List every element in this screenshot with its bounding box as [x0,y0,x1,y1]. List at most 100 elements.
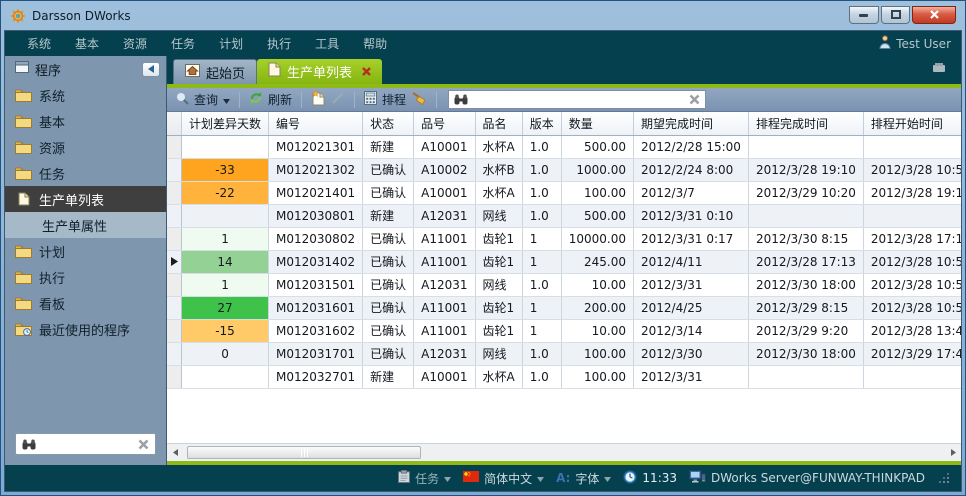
sidebar-item-basic[interactable]: 基本 [5,108,166,134]
sidebar-item-recent-programs[interactable]: 最近使用的程序 [5,316,166,342]
cell-qty[interactable]: 500.00 [561,204,633,227]
cell-status[interactable]: 已确认 [363,319,414,342]
menu-item-4[interactable]: 计划 [207,31,255,56]
cell-diff[interactable]: 1 [182,273,269,296]
cell-sched_start[interactable] [863,365,961,388]
cell-version[interactable]: 1.0 [522,181,561,204]
horizontal-scrollbar[interactable] [167,443,961,461]
cell-sched_end[interactable]: 2012/3/30 18:00 [748,273,863,296]
resize-grip[interactable] [939,473,949,483]
cell-sched_start[interactable]: 2012/3/28 17:13 [863,227,961,250]
cell-qty[interactable]: 10.00 [561,273,633,296]
table-row[interactable]: -22M012021401已确认A10001水杯A1.0100.002012/3… [167,181,961,204]
cell-item_name[interactable]: 网线 [475,273,522,296]
cell-item_name[interactable]: 网线 [475,342,522,365]
table-row[interactable]: 1M012031501已确认A12031网线1.010.002012/3/312… [167,273,961,296]
cell-due[interactable]: 2012/3/30 [634,342,749,365]
cell-qty[interactable]: 10000.00 [561,227,633,250]
maximize-button[interactable] [881,6,910,24]
cell-sched_end[interactable]: 2012/3/29 8:15 [748,296,863,319]
cell-status[interactable]: 已确认 [363,296,414,319]
cell-status[interactable]: 新建 [363,365,414,388]
sidebar-item-execute[interactable]: 执行 [5,264,166,290]
cell-version[interactable]: 1 [522,227,561,250]
cell-status[interactable]: 已确认 [363,181,414,204]
cell-item_name[interactable]: 网线 [475,204,522,227]
toolbar-search-input[interactable] [473,93,684,107]
cell-item_name[interactable]: 齿轮1 [475,319,522,342]
schedule-button[interactable]: 排程 [364,91,406,108]
menu-item-3[interactable]: 任务 [159,31,207,56]
row-gutter[interactable] [167,342,182,365]
menu-item-6[interactable]: 工具 [303,31,351,56]
row-gutter[interactable] [167,227,182,250]
cell-item_no[interactable]: A11001 [414,250,475,273]
scrollbar-thumb[interactable] [187,446,421,459]
row-gutter[interactable] [167,204,182,227]
cell-item_no[interactable]: A10001 [414,135,475,158]
cell-diff[interactable]: 27 [182,296,269,319]
row-gutter[interactable] [167,135,182,158]
sidebar-item-task[interactable]: 任务 [5,160,166,186]
cell-due[interactable]: 2012/3/31 0:10 [634,204,749,227]
cell-due[interactable]: 2012/3/31 0:17 [634,227,749,250]
cell-status[interactable]: 已确认 [363,158,414,181]
sidebar-item-board[interactable]: 看板 [5,290,166,316]
cell-qty[interactable]: 1000.00 [561,158,633,181]
cell-qty[interactable]: 500.00 [561,135,633,158]
tab-home[interactable]: 起始页 [173,59,257,84]
cell-due[interactable]: 2012/2/28 15:00 [634,135,749,158]
sidebar-item-plan[interactable]: 计划 [5,238,166,264]
cell-qty[interactable]: 245.00 [561,250,633,273]
cell-diff[interactable] [182,365,269,388]
cell-status[interactable]: 已确认 [363,227,414,250]
column-header-5[interactable]: 版本 [522,112,561,135]
cell-version[interactable]: 1.0 [522,365,561,388]
cell-status[interactable]: 新建 [363,135,414,158]
cell-due[interactable]: 2012/3/31 [634,365,749,388]
table-row[interactable]: M012021301新建A10001水杯A1.0500.002012/2/28 … [167,135,961,158]
cell-item_no[interactable]: A12031 [414,342,475,365]
cell-code[interactable]: M012031701 [269,342,363,365]
cell-due[interactable]: 2012/3/14 [634,319,749,342]
cell-code[interactable]: M012030802 [269,227,363,250]
menu-item-1[interactable]: 基本 [63,31,111,56]
cell-due[interactable]: 2012/4/25 [634,296,749,319]
cell-sched_end[interactable]: 2012/3/28 17:13 [748,250,863,273]
cell-item_name[interactable]: 水杯A [475,181,522,204]
cell-sched_start[interactable]: 2012/3/28 10:52 [863,273,961,296]
new-button[interactable] [311,90,326,109]
cell-sched_start[interactable]: 2012/3/28 19:10 [863,181,961,204]
column-header-9[interactable]: 排程开始时间 [863,112,961,135]
refresh-button[interactable]: 刷新 [249,91,292,108]
cell-sched_end[interactable] [748,365,863,388]
cell-sched_end[interactable] [748,135,863,158]
cell-due[interactable]: 2012/4/11 [634,250,749,273]
cell-item_no[interactable]: A12031 [414,204,475,227]
cell-status[interactable]: 已确认 [363,342,414,365]
cell-qty[interactable]: 100.00 [561,365,633,388]
cell-sched_start[interactable]: 2012/3/28 10:52 [863,296,961,319]
table-row[interactable]: -33M012021302已确认A10002水杯B1.01000.002012/… [167,158,961,181]
cell-sched_end[interactable]: 2012/3/28 19:10 [748,158,863,181]
column-header-7[interactable]: 期望完成时间 [634,112,749,135]
cell-sched_start[interactable]: 2012/3/29 17:46 [863,342,961,365]
cell-diff[interactable]: 0 [182,342,269,365]
close-button[interactable] [912,6,956,24]
cell-sched_start[interactable]: 2012/3/28 10:52 [863,158,961,181]
menu-item-0[interactable]: 系统 [15,31,63,56]
scroll-right-icon[interactable] [945,444,961,461]
cell-sched_end[interactable]: 2012/3/29 10:20 [748,181,863,204]
table-row[interactable]: -15M012031602已确认A11001齿轮1110.002012/3/14… [167,319,961,342]
cell-diff[interactable]: -15 [182,319,269,342]
row-gutter[interactable] [167,319,182,342]
cell-item_no[interactable]: A12031 [414,273,475,296]
table-row[interactable]: M012030801新建A12031网线1.0500.002012/3/31 0… [167,204,961,227]
sidebar-item-production-order-list[interactable]: 生产单列表 [5,186,166,212]
cell-code[interactable]: M012021302 [269,158,363,181]
cell-version[interactable]: 1.0 [522,342,561,365]
cell-sched_start[interactable]: 2012/3/28 13:40 [863,319,961,342]
table-row[interactable]: 1M012030802已确认A11001齿轮1110000.002012/3/3… [167,227,961,250]
cell-item_name[interactable]: 齿轮1 [475,227,522,250]
cell-sched_end[interactable]: 2012/3/29 9:20 [748,319,863,342]
